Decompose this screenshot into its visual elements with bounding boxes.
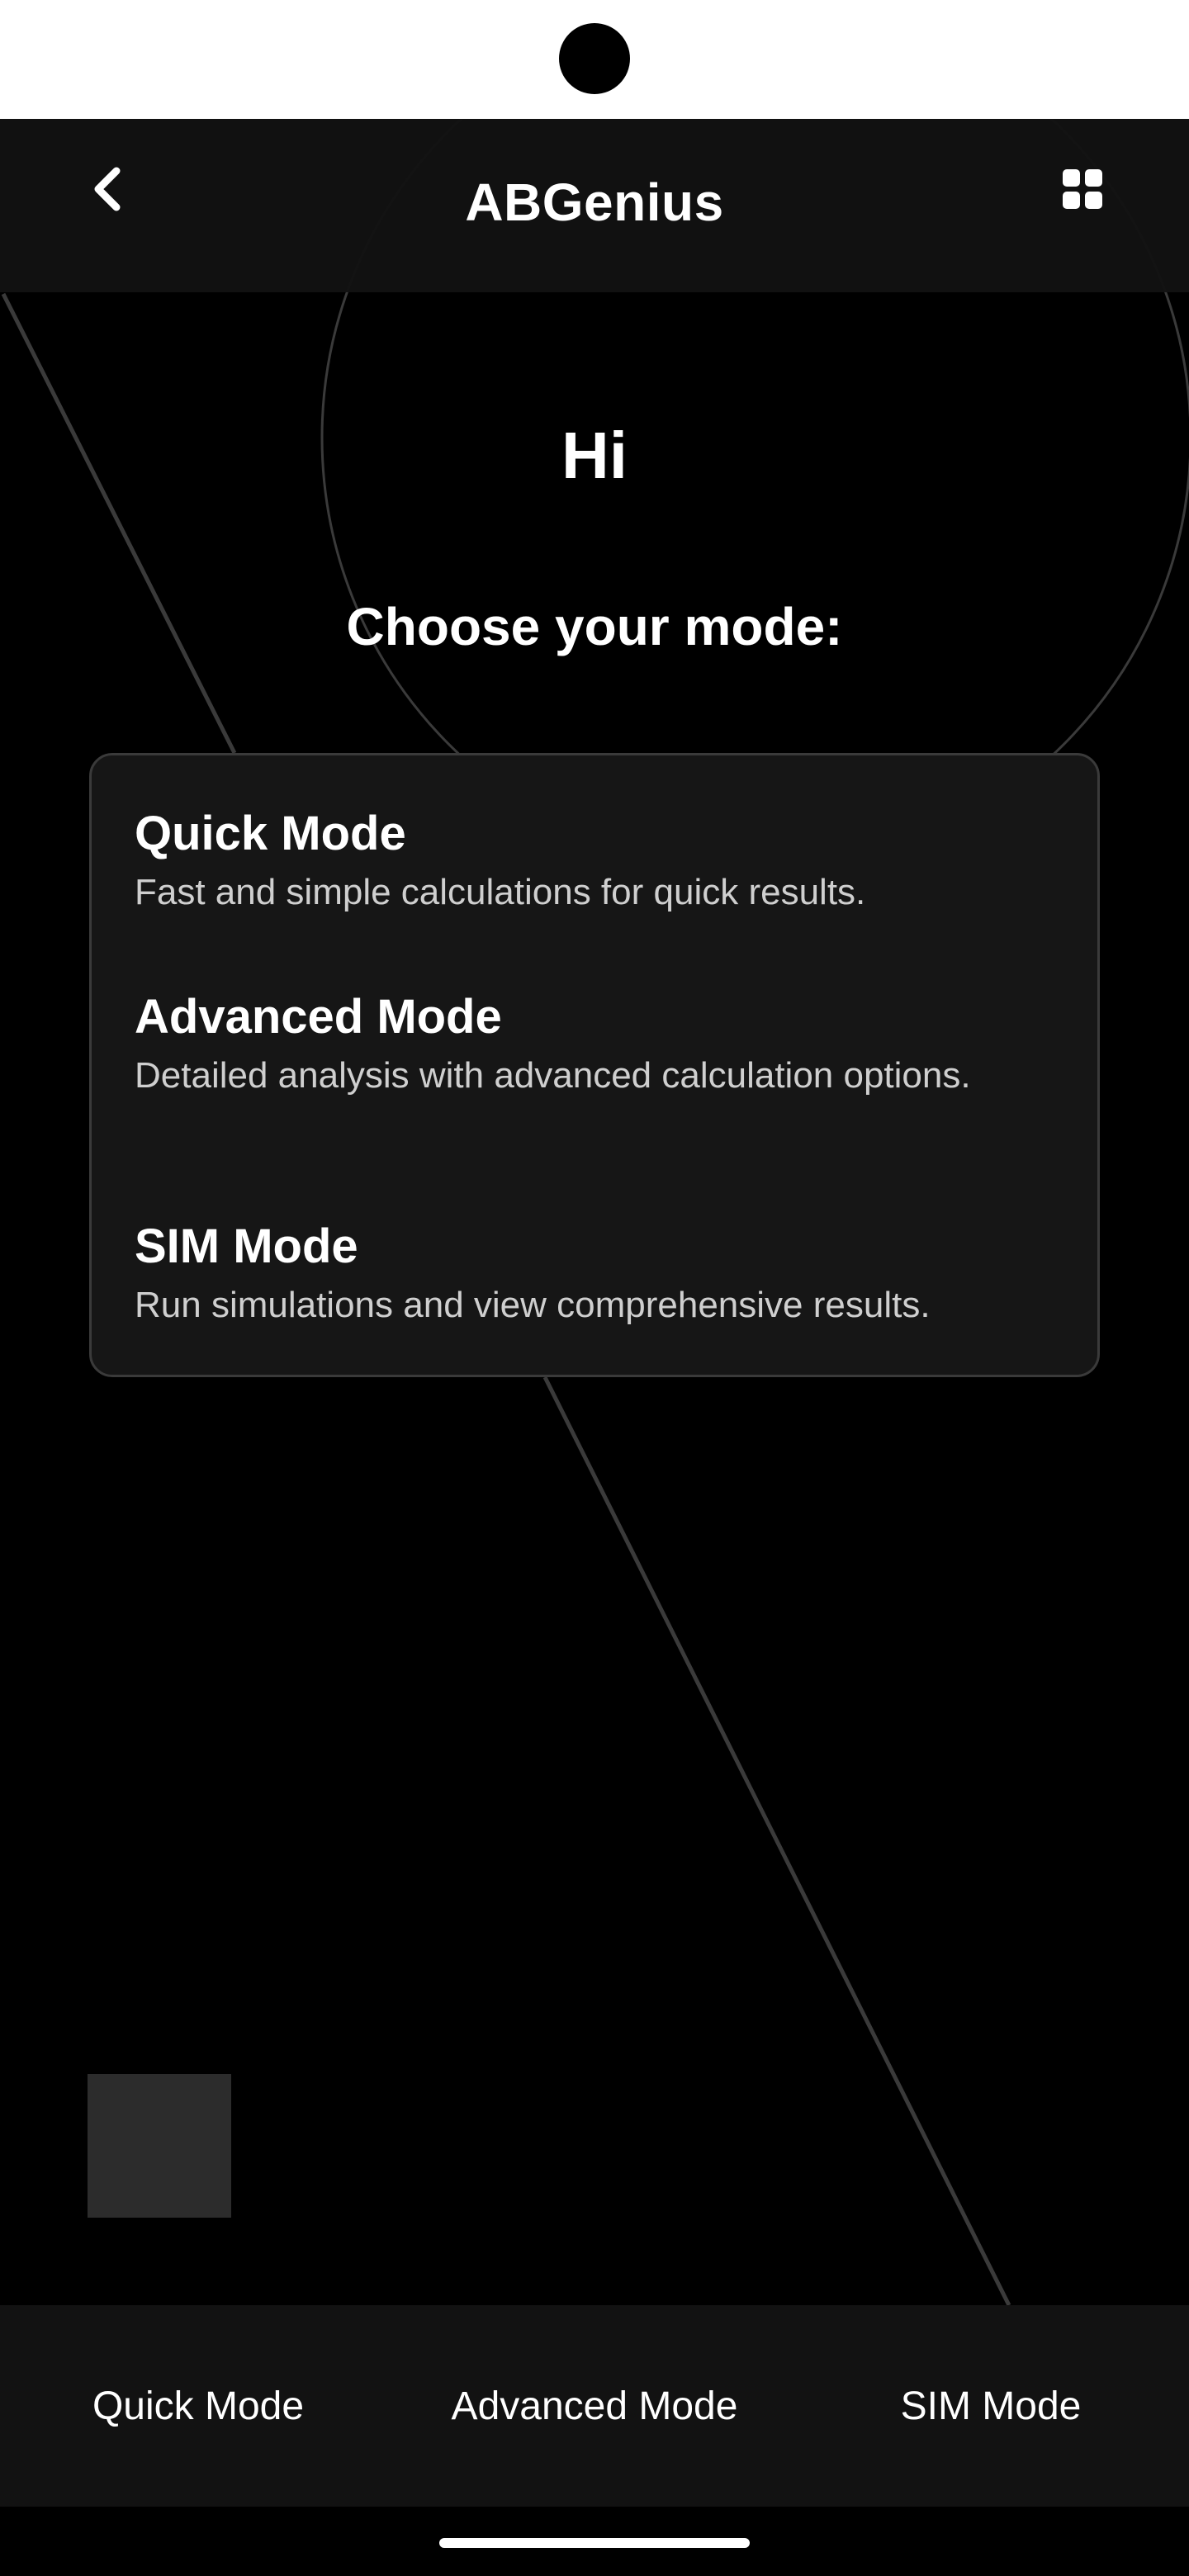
sim-mode-title: SIM Mode <box>135 1219 358 1273</box>
nav-sim-mode[interactable]: SIM Mode <box>793 2305 1189 2507</box>
quick-mode-title: Quick Mode <box>135 807 406 860</box>
nav-quick-mode[interactable]: Quick Mode <box>0 2305 396 2507</box>
mode-selection-card: Quick Mode Fast and simple calculations … <box>89 753 1100 1377</box>
grid-icon <box>1063 169 1102 209</box>
bottom-navigation-bar: Quick Mode Advanced Mode SIM Mode <box>0 2305 1189 2507</box>
greeting-text: Hi <box>561 419 628 492</box>
home-indicator[interactable] <box>439 2538 750 2548</box>
placeholder-square <box>88 2074 231 2218</box>
sim-mode-description: Run simulations and view comprehensive r… <box>135 1285 931 1325</box>
quick-mode-option[interactable]: Quick Mode Fast and simple calculations … <box>135 805 1054 916</box>
advanced-mode-title: Advanced Mode <box>135 990 502 1044</box>
camera-cutout <box>559 23 630 94</box>
choose-mode-heading: Choose your mode: <box>346 597 843 656</box>
background-diagonal-line-bottom <box>542 1376 1011 2307</box>
advanced-mode-option[interactable]: Advanced Mode Detailed analysis with adv… <box>135 988 1054 1099</box>
background-diagonal-line-top <box>1 292 237 755</box>
sim-mode-option[interactable]: SIM Mode Run simulations and view compre… <box>135 1218 1054 1328</box>
quick-mode-description: Fast and simple calculations for quick r… <box>135 872 866 912</box>
app-title: ABGenius <box>465 173 724 232</box>
gesture-navigation-area <box>0 2507 1189 2576</box>
status-bar <box>0 0 1189 119</box>
menu-button[interactable] <box>1045 152 1120 226</box>
advanced-mode-description: Detailed analysis with advanced calculat… <box>135 1055 971 1096</box>
nav-advanced-mode[interactable]: Advanced Mode <box>396 2305 793 2507</box>
app-screen: ABGenius Hi Choose your mode: Quick Mode… <box>0 0 1189 2576</box>
top-app-bar: ABGenius <box>0 119 1189 292</box>
